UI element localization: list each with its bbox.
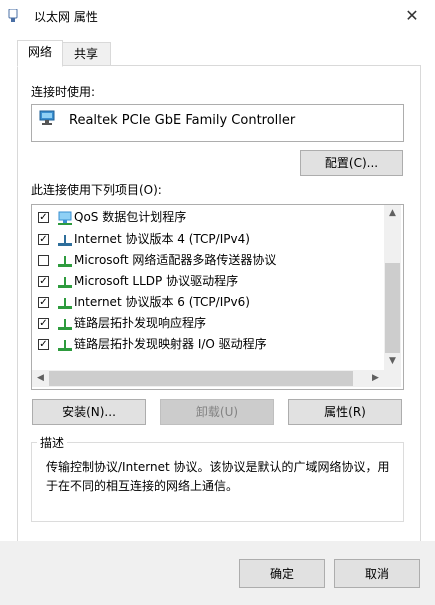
scroll-right-arrow-icon[interactable]: ▶ xyxy=(367,370,384,387)
window-title: 以太网 属性 xyxy=(34,10,98,24)
protocol-icon xyxy=(58,298,72,309)
horizontal-scroll-thumb[interactable] xyxy=(49,371,353,386)
item-checkbox[interactable]: ✓ xyxy=(38,212,49,223)
ok-button[interactable]: 确定 xyxy=(239,559,325,588)
scroll-left-arrow-icon[interactable]: ◀ xyxy=(32,370,49,387)
cancel-button[interactable]: 取消 xyxy=(334,559,420,588)
close-button[interactable]: ✕ xyxy=(398,4,426,28)
close-icon: ✕ xyxy=(405,6,419,25)
scroll-up-arrow-icon[interactable]: ▲ xyxy=(384,205,401,222)
adapter-name: Realtek PCIe GbE Family Controller xyxy=(69,113,296,128)
title-bar: 以太网 属性 ✕ xyxy=(0,0,435,32)
item-checkbox[interactable]: ✓ xyxy=(38,234,49,245)
qos-icon xyxy=(58,211,72,225)
item-checkbox[interactable]: ✓ xyxy=(38,276,49,287)
description-text: 传输控制协议/Internet 协议。该协议是默认的广域网络协议，用于在不同的相… xyxy=(46,460,390,493)
protocol-icon xyxy=(58,235,72,246)
item-label: Internet 协议版本 4 (TCP/IPv4) xyxy=(74,232,250,246)
items-label: 此连接使用下列项目(O): xyxy=(31,183,162,197)
protocol-icon xyxy=(58,319,72,330)
item-label: 链路层拓扑发现响应程序 xyxy=(74,316,207,330)
properties-button[interactable]: 属性(R) xyxy=(288,399,402,425)
item-label: 链路层拓扑发现映射器 I/O 驱动程序 xyxy=(74,337,267,351)
items-list[interactable]: ✓ QoS 数据包计划程序 ✓ Internet 协议版本 4 (TCP/IPv… xyxy=(31,204,404,390)
description-title: 描述 xyxy=(37,434,68,451)
item-label: Microsoft 网络适配器多路传送器协议 xyxy=(74,253,277,267)
network-card-icon xyxy=(39,110,55,125)
network-adapter-icon xyxy=(8,9,18,22)
configure-button[interactable]: 配置(C)... xyxy=(300,150,403,176)
connect-using-label: 连接时使用: xyxy=(31,85,96,99)
item-label: QoS 数据包计划程序 xyxy=(74,210,187,224)
item-checkbox[interactable]: ✓ xyxy=(38,339,49,350)
uninstall-button[interactable]: 卸载(U) xyxy=(160,399,274,425)
item-checkbox[interactable]: ✓ xyxy=(38,318,49,329)
scrollbar-corner xyxy=(384,370,401,387)
protocol-icon xyxy=(58,277,72,288)
tab-network[interactable]: 网络 xyxy=(17,40,63,67)
tab-sharing[interactable]: 共享 xyxy=(61,42,111,66)
item-label: Microsoft LLDP 协议驱动程序 xyxy=(74,274,239,288)
scroll-down-arrow-icon[interactable]: ▼ xyxy=(384,353,401,370)
install-button[interactable]: 安装(N)... xyxy=(32,399,146,425)
protocol-icon xyxy=(58,256,72,267)
item-label: Internet 协议版本 6 (TCP/IPv6) xyxy=(74,295,250,309)
item-checkbox[interactable] xyxy=(38,255,49,266)
protocol-icon xyxy=(58,340,72,351)
vertical-scroll-thumb[interactable] xyxy=(385,263,400,353)
item-checkbox[interactable]: ✓ xyxy=(38,297,49,308)
